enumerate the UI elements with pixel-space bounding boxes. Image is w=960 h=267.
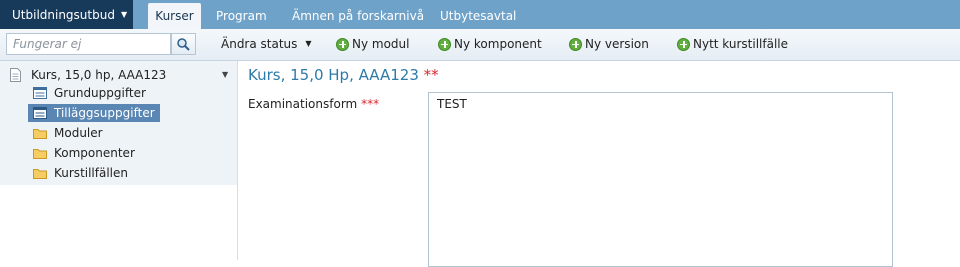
examination-form-label: Examinationsform *** [248, 97, 379, 111]
search-icon [177, 38, 190, 51]
caret-down-icon: ▼ [120, 10, 128, 19]
folder-icon [33, 148, 47, 159]
sidebar-item-grunduppgifter[interactable]: Grunduppgifter [28, 84, 151, 102]
tab-label: Program [216, 9, 267, 23]
tab-label: Kurser [155, 9, 194, 23]
sidebar-item-label: Tilläggsuppgifter [54, 106, 155, 120]
tree-root-label: Kurs, 15,0 hp, AAA123 [31, 68, 167, 82]
change-status-label: Ändra status [221, 37, 298, 51]
field-label-text: Examinationsform [248, 97, 358, 111]
tree-root-course[interactable]: Kurs, 15,0 hp, AAA123 [10, 67, 166, 83]
folder-icon [33, 128, 47, 139]
add-icon [569, 37, 582, 51]
add-icon [336, 37, 349, 51]
app-menu-button[interactable]: Utbildningsutbud ▼ [0, 0, 133, 29]
new-module-button[interactable]: Ny modul [336, 34, 409, 54]
page-title-text: Kurs, 15,0 Hp, AAA123 [248, 66, 419, 84]
page-title: Kurs, 15,0 Hp, AAA123 ** [248, 66, 439, 84]
search-input[interactable] [6, 33, 171, 55]
new-version-button[interactable]: Ny version [569, 34, 649, 54]
toolbar: Ändra status ▼ Ny modul Ny komponent Ny … [0, 29, 960, 61]
new-course-instance-label: Nytt kurstillfälle [693, 37, 789, 51]
required-marker: *** [361, 97, 380, 111]
new-component-label: Ny komponent [454, 37, 542, 51]
top-navigation-bar: Utbildningsutbud ▼ Kurser Program Ämnen … [0, 0, 960, 29]
sidebar-item-label: Komponenter [54, 146, 135, 160]
new-module-label: Ny modul [352, 37, 410, 51]
sidebar-tree: Kurs, 15,0 hp, AAA123 ▼ Grunduppgifter T… [0, 61, 238, 260]
caret-down-icon: ▼ [305, 39, 312, 48]
sidebar-item-kurstillfallen[interactable]: Kurstillfällen [28, 164, 133, 182]
search-button[interactable] [171, 33, 196, 55]
examination-form-textarea[interactable]: TEST [428, 92, 893, 267]
tab-kurser[interactable]: Kurser [148, 3, 201, 29]
new-course-instance-button[interactable]: Nytt kurstillfälle [677, 34, 788, 54]
sidebar-item-tillaggsuppgifter[interactable]: Tilläggsuppgifter [28, 104, 160, 122]
add-icon [677, 37, 690, 51]
sidebar-item-komponenter[interactable]: Komponenter [28, 144, 140, 162]
app-menu-label: Utbildningsutbud [12, 7, 115, 22]
new-component-button[interactable]: Ny komponent [438, 34, 542, 54]
form-icon [33, 87, 47, 99]
sidebar-item-label: Kurstillfällen [54, 166, 129, 180]
sidebar-item-label: Moduler [54, 126, 103, 140]
sidebar-item-label: Grunduppgifter [54, 86, 146, 100]
form-icon [33, 107, 47, 119]
sidebar-item-moduler[interactable]: Moduler [28, 124, 108, 142]
change-status-dropdown[interactable]: Ändra status ▼ [221, 34, 312, 54]
tab-program[interactable]: Program [216, 3, 267, 29]
add-icon [438, 37, 451, 51]
caret-down-icon[interactable]: ▼ [222, 70, 228, 79]
document-icon [10, 68, 21, 82]
tab-label: Ämnen på forskarnivå [292, 9, 425, 23]
required-marker: ** [423, 66, 439, 84]
tab-amnen-pa-forskarniva[interactable]: Ämnen på forskarnivå [292, 3, 424, 29]
tab-utbytesavtal[interactable]: Utbytesavtal [440, 3, 516, 29]
new-version-label: Ny version [585, 37, 649, 51]
tab-label: Utbytesavtal [440, 9, 517, 23]
folder-icon [33, 168, 47, 179]
